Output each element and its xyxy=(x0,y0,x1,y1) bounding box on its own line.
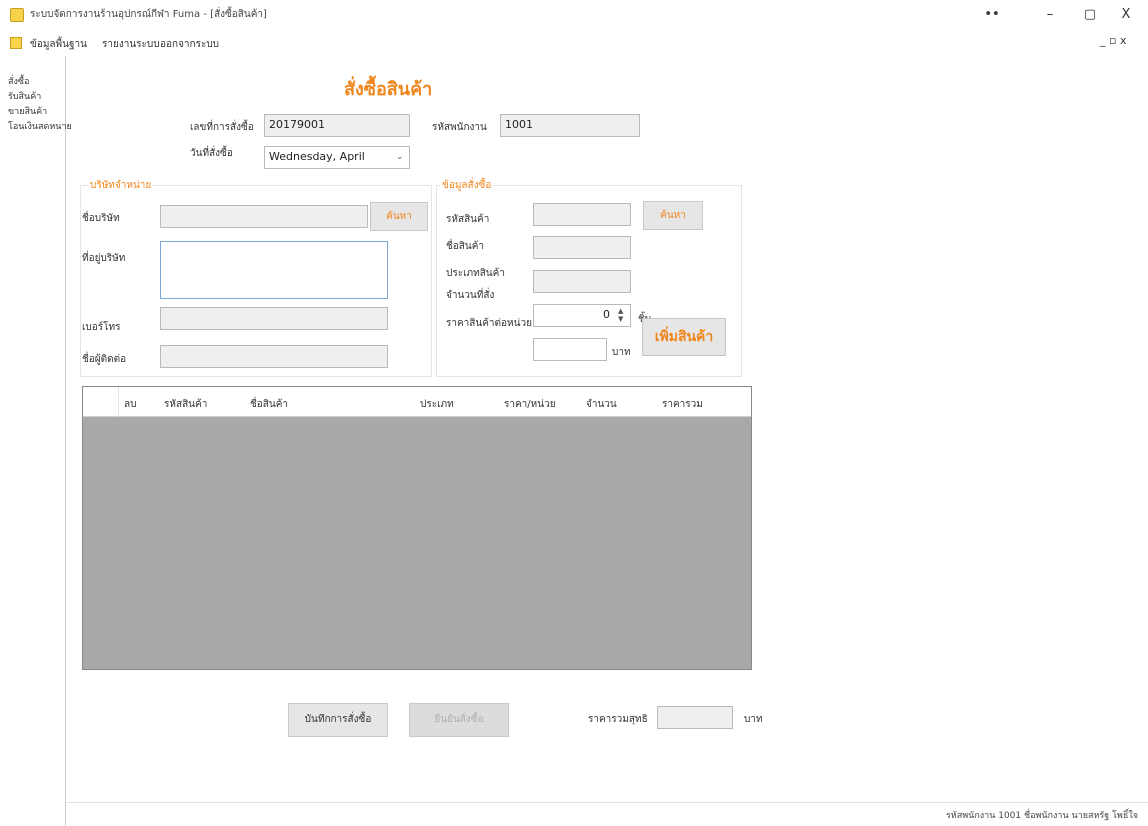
page-title: สั่งซื้อสินค้า xyxy=(344,79,433,100)
order-date-value: Wednesday, April xyxy=(269,150,365,163)
window-title: ระบบจัดการงานร้านอุปกรณ์กีฬา Fuma - [สั่… xyxy=(30,9,267,20)
product-id-label: รหัสสินค้า xyxy=(446,214,490,225)
product-name-field[interactable] xyxy=(533,236,631,259)
net-total-unit: บาท xyxy=(744,714,763,725)
price-label: ราคาสินค้าต่อหน่วย xyxy=(446,318,532,329)
left-nav xyxy=(0,56,66,826)
product-type-label: ประเภทสินค้า xyxy=(446,268,505,279)
col-product-name[interactable]: ชื่อสินค้า xyxy=(250,397,288,412)
maximize-button[interactable]: ▢ xyxy=(1070,4,1110,26)
phone-field[interactable] xyxy=(160,307,388,330)
menu-item-reports[interactable]: รายงานระบบ xyxy=(102,37,160,52)
order-no-label: เลขที่การสั่งซื้อ xyxy=(190,122,254,133)
nav-item-sell[interactable]: ขายสินค้า xyxy=(8,104,47,118)
contact-label: ชื่อผู้ติดต่อ xyxy=(82,354,127,365)
app-icon xyxy=(10,8,24,22)
product-type-field[interactable] xyxy=(533,270,631,293)
phone-label: เบอร์โทร xyxy=(82,322,121,333)
order-info-legend: ข้อมูลสั่งซื้อ xyxy=(440,178,494,193)
close-button[interactable]: X xyxy=(1106,4,1146,26)
company-label: ชื่อบริษัท xyxy=(82,213,120,224)
add-product-button[interactable]: เพิ่มสินค้า xyxy=(642,318,726,356)
mdi-child-icon xyxy=(10,37,22,49)
address-label: ที่อยู่บริษัท xyxy=(82,253,126,264)
nav-item-transfer[interactable]: โอนเงินสดหนาย xyxy=(8,119,72,133)
col-type[interactable]: ประเภท xyxy=(420,397,454,412)
product-name-label: ชื่อสินค้า xyxy=(446,241,485,252)
contact-field[interactable] xyxy=(160,345,388,368)
product-search-button[interactable]: ค้นหา xyxy=(643,201,703,230)
address-field[interactable] xyxy=(160,241,388,299)
menu-item-logout[interactable]: ออกจากระบบ xyxy=(160,37,219,52)
col-qty[interactable]: จำนวน xyxy=(586,397,617,412)
product-id-field[interactable] xyxy=(533,203,631,226)
order-date-picker[interactable]: Wednesday, April xyxy=(264,146,410,169)
employee-id-label: รหัสพนักงาน xyxy=(432,122,487,133)
col-total[interactable]: ราคารวม xyxy=(662,397,703,412)
col-delete[interactable]: ลบ xyxy=(124,397,136,412)
status-text: รหัสพนักงาน 1001 ชื่อพนักงาน นายสหรัฐ โพ… xyxy=(945,811,1138,821)
minimize-button[interactable]: – xyxy=(1030,4,1070,26)
col-unit-price[interactable]: ราคา/หน่วย xyxy=(504,397,556,412)
nav-item-receive[interactable]: รับสินค้า xyxy=(8,89,41,103)
column-separator xyxy=(118,387,119,417)
order-date-label: วันที่สั่งซื้อ xyxy=(190,148,233,159)
extra-icon[interactable]: •• xyxy=(972,4,1012,26)
order-no-field[interactable]: 20179001 xyxy=(264,114,410,137)
stepper-arrows-icon[interactable]: ▲ ▼ xyxy=(618,307,623,323)
status-divider xyxy=(66,802,1148,803)
supplier-legend: บริษัทจำหน่าย xyxy=(88,178,154,193)
nav-item-order[interactable]: สั่งซื้อ xyxy=(8,74,29,88)
price-field[interactable] xyxy=(533,338,607,361)
price-unit: บาท xyxy=(612,347,631,358)
net-total-field[interactable] xyxy=(657,706,733,729)
qty-stepper[interactable]: 0 xyxy=(533,304,631,327)
col-product-id[interactable]: รหัสสินค้า xyxy=(164,397,207,412)
menu-item-basic-data[interactable]: ข้อมูลพื้นฐาน xyxy=(30,37,87,52)
supplier-search-button[interactable]: ค้นหา xyxy=(370,202,428,231)
save-order-button[interactable]: บันทึกการสั่งซื้อ xyxy=(288,703,388,737)
employee-id-field[interactable]: 1001 xyxy=(500,114,640,137)
qty-label: จำนวนที่สั่ง xyxy=(446,290,495,301)
order-grid[interactable] xyxy=(82,386,752,670)
company-field[interactable] xyxy=(160,205,368,228)
confirm-order-button[interactable]: ยืนยันสั่งซื้อ xyxy=(409,703,509,737)
mdi-window-controls[interactable]: _ ▫ x xyxy=(1100,34,1126,47)
chevron-down-icon[interactable]: ⌄ xyxy=(396,152,404,162)
net-total-label: ราคารวมสุทธิ xyxy=(588,714,648,725)
